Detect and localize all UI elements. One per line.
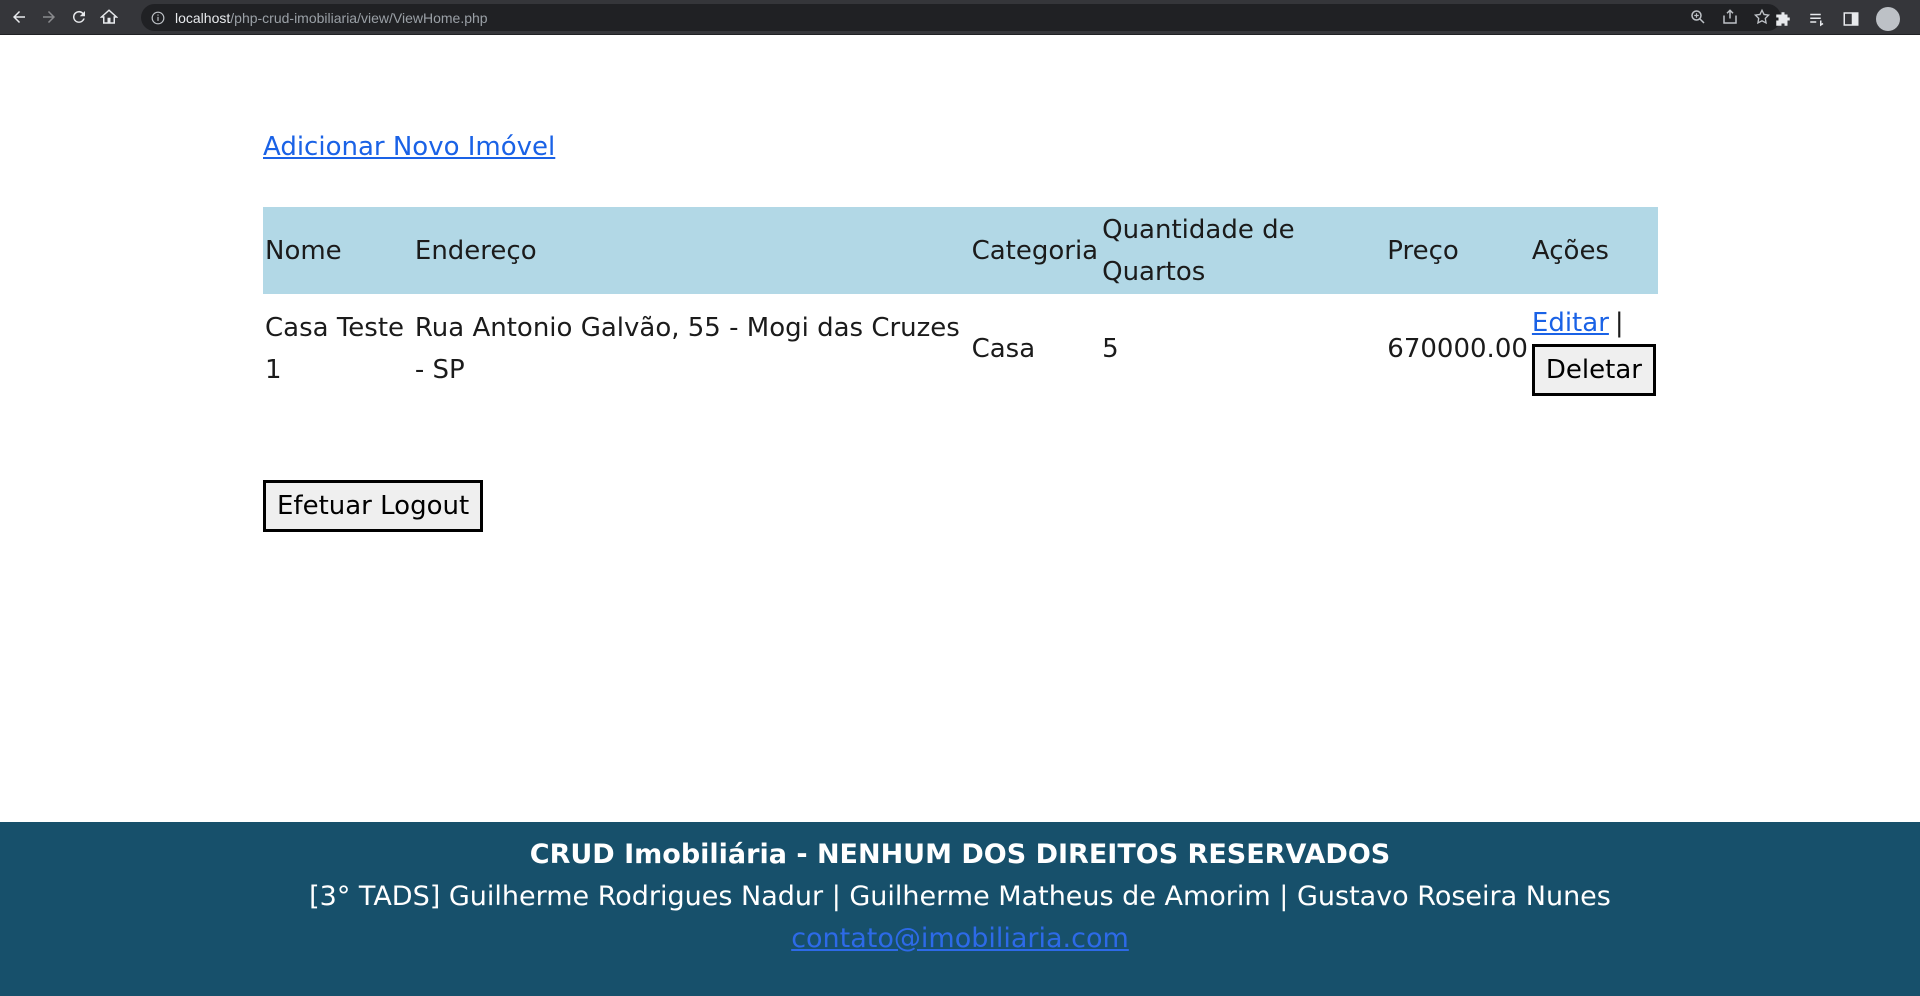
footer-email-link[interactable]: contato@imobiliaria.com — [791, 923, 1129, 954]
share-icon[interactable] — [1721, 8, 1739, 26]
header-acoes: Ações — [1531, 235, 1609, 266]
zoom-icon[interactable] — [1689, 8, 1707, 26]
cell-acoes: Editar | Deletar — [1530, 294, 1658, 396]
extensions-icon[interactable] — [1774, 10, 1792, 28]
url-path: /php-crud-imobiliaria/view/ViewHome.php — [230, 9, 488, 26]
header-endereco: Endereço — [414, 235, 537, 266]
logout-button[interactable]: Efetuar Logout — [263, 480, 484, 532]
add-property-link[interactable]: Adicionar Novo Imóvel — [263, 129, 555, 165]
properties-table: Nome Endereço Categoria Quantidade de Qu… — [263, 207, 1658, 396]
omnibox-actions — [1689, 8, 1771, 26]
cell-quartos: 5 — [1102, 334, 1119, 364]
footer-title: CRUD Imobiliária - NENHUM DOS DIREITOS R… — [529, 839, 1391, 870]
cell-endereco: Rua Antonio Galvão, 55 - Mogi das Cruzes… — [414, 313, 960, 385]
cell-preco: 670000.00 — [1387, 334, 1528, 364]
header-nome: Nome — [265, 235, 342, 266]
actions-separator: | — [1614, 308, 1624, 338]
address-bar[interactable]: localhost/php-crud-imobiliaria/view/View… — [141, 4, 1781, 31]
footer: CRUD Imobiliária - NENHUM DOS DIREITOS R… — [0, 822, 1920, 996]
main-content: Adicionar Novo Imóvel Nome Endereço Cate… — [263, 129, 1658, 532]
reload-icon[interactable] — [68, 6, 90, 28]
logout-section: Efetuar Logout — [263, 480, 1658, 532]
footer-authors: [3° TADS] Guilherme Rodrigues Nadur | Gu… — [309, 881, 1611, 912]
home-icon[interactable] — [98, 6, 120, 28]
url-host: localhost — [175, 9, 231, 26]
table-row: Casa Teste 1 Rua Antonio Galvão, 55 - Mo… — [263, 294, 1658, 396]
url-text[interactable]: localhost/php-crud-imobiliaria/view/View… — [175, 10, 488, 26]
cell-categoria: Casa — [971, 334, 1036, 364]
toolbar-actions — [1774, 7, 1900, 31]
header-quartos: Quantidade de Quartos — [1102, 214, 1295, 287]
cell-nome: Casa Teste 1 — [265, 313, 405, 385]
bookmark-star-icon[interactable] — [1753, 8, 1771, 26]
edit-link[interactable]: Editar — [1532, 308, 1609, 338]
header-categoria: Categoria — [971, 235, 1099, 266]
delete-button[interactable]: Deletar — [1531, 344, 1656, 396]
browser-toolbar: localhost/php-crud-imobiliaria/view/View… — [0, 0, 1920, 35]
page: Adicionar Novo Imóvel Nome Endereço Cate… — [0, 35, 1920, 996]
side-panel-icon[interactable] — [1842, 10, 1860, 28]
profile-avatar[interactable] — [1876, 7, 1900, 31]
header-preco: Preço — [1387, 235, 1459, 266]
table-header-row: Nome Endereço Categoria Quantidade de Qu… — [263, 207, 1658, 294]
reading-list-icon[interactable] — [1808, 10, 1826, 28]
forward-icon[interactable] — [38, 6, 60, 28]
back-icon[interactable] — [8, 6, 30, 28]
info-icon[interactable] — [151, 11, 165, 25]
